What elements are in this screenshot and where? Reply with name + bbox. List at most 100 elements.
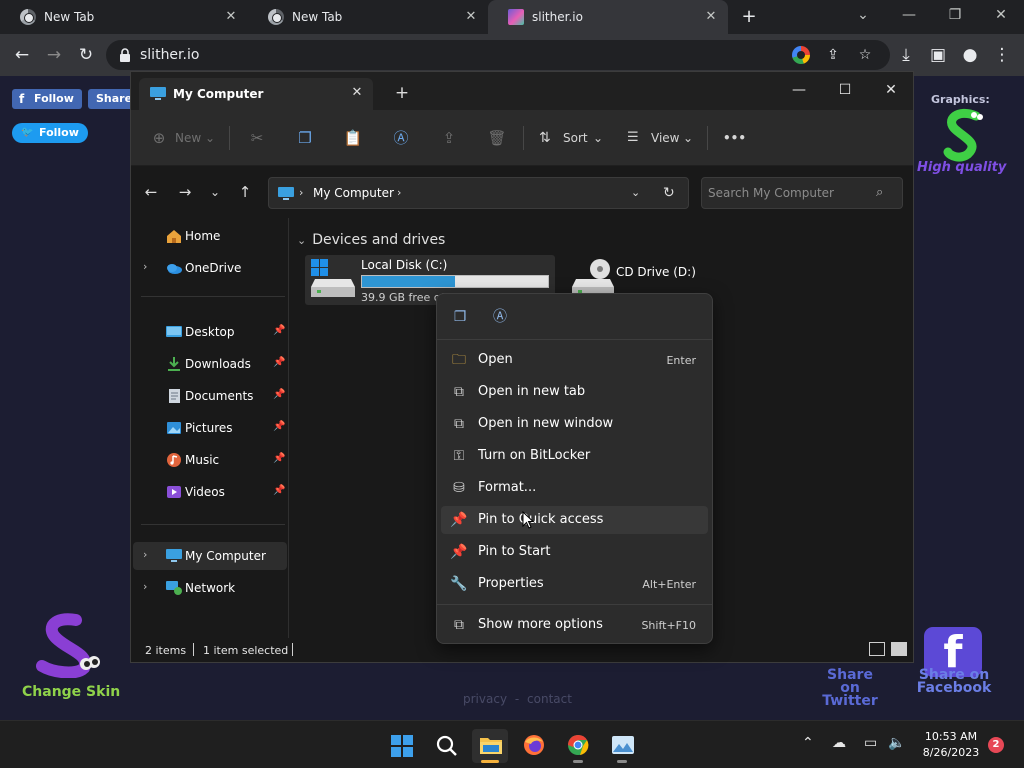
share-icon[interactable]: ⇪	[439, 128, 459, 148]
snake-skin-icon[interactable]	[32, 612, 104, 678]
restore-button[interactable]: ❐	[932, 0, 978, 30]
share-icon[interactable]: ⇪	[824, 46, 842, 64]
address-bar[interactable]: slither.io ⇪ ☆	[106, 40, 890, 70]
context-menu-item[interactable]: ⧉ Show more options Shift+F10	[441, 611, 708, 639]
pin-icon[interactable]: 📌	[273, 357, 285, 368]
minimize-button[interactable]: —	[886, 0, 932, 30]
search-icon[interactable]: ⌕	[876, 185, 883, 200]
context-menu-item[interactable]: 🔧 Properties Alt+Enter	[441, 570, 708, 598]
new-button[interactable]: New	[175, 128, 201, 148]
explorer-maximize-button[interactable]: ☐	[823, 76, 867, 104]
paste-icon[interactable]: 📋	[343, 128, 363, 148]
browser-tab-1[interactable]: New Tab ✕	[0, 0, 248, 34]
tab-search-chevron-icon[interactable]: ⌄	[840, 0, 886, 30]
context-menu-item[interactable]: ⛁ Format...	[441, 474, 708, 502]
recent-locations-chevron-icon[interactable]: ⌄	[205, 182, 225, 202]
browser-tab-3[interactable]: slither.io ✕	[488, 0, 728, 34]
up-arrow-icon[interactable]: ↑	[235, 182, 255, 202]
rename-icon[interactable]: Ⓐ	[490, 308, 510, 326]
graphics-quality-value[interactable]: High quality	[917, 160, 1006, 175]
expand-chevron-icon[interactable]: ›	[143, 548, 147, 561]
contact-link[interactable]: contact	[527, 692, 572, 706]
rename-icon[interactable]: Ⓐ	[391, 128, 411, 148]
download-icon[interactable]: ⤓	[894, 43, 918, 67]
facebook-follow-button[interactable]: Follow	[12, 89, 82, 109]
context-menu-item[interactable]: 📌 Pin to Start	[441, 538, 708, 566]
breadcrumb-chevron-icon[interactable]: ›	[397, 186, 401, 199]
context-menu-item[interactable]: 🗀 Open Enter	[441, 346, 708, 374]
pin-icon[interactable]: 📌	[273, 325, 285, 336]
sidebar-item-pictures[interactable]: Pictures 📌	[133, 414, 287, 442]
taskbar-chrome[interactable]	[560, 729, 596, 763]
menu-kebab-icon[interactable]: ⋮	[990, 43, 1014, 67]
cut-icon[interactable]: ✂	[247, 128, 267, 148]
context-menu-item[interactable]: ⚿ Turn on BitLocker	[441, 442, 708, 470]
explorer-search-box[interactable]: ⌕	[701, 177, 903, 209]
forward-arrow-icon[interactable]: →	[175, 182, 195, 202]
reload-icon[interactable]: ↻	[74, 43, 98, 67]
address-dropdown-icon[interactable]: ⌄	[631, 186, 640, 199]
close-icon[interactable]: ✕	[349, 85, 365, 101]
delete-icon[interactable]: 🗑	[487, 128, 507, 148]
network-tray-icon[interactable]: ▭	[864, 735, 877, 751]
explorer-address-bar[interactable]: › My Computer › ⌄ ↻	[268, 177, 689, 209]
sidebar-item-onedrive[interactable]: › OneDrive	[133, 254, 287, 282]
snake-quality-icon[interactable]	[938, 106, 988, 164]
sidebar-item-network[interactable]: › Network	[133, 574, 287, 602]
taskbar-firefox[interactable]	[516, 729, 552, 763]
expand-chevron-icon[interactable]: ›	[143, 580, 147, 593]
back-arrow-icon[interactable]: ←	[10, 43, 34, 67]
onedrive-tray-icon[interactable]: ☁	[832, 735, 846, 751]
system-clock[interactable]: 10:53 AM 8/26/2023	[916, 729, 986, 761]
close-icon[interactable]: ✕	[702, 8, 720, 26]
explorer-new-tab-button[interactable]: +	[393, 84, 411, 102]
volume-icon[interactable]: 🔈	[888, 735, 905, 751]
explorer-close-button[interactable]: ✕	[869, 76, 913, 104]
side-panel-icon[interactable]: ▣	[926, 43, 950, 67]
facebook-share-button[interactable]: Share	[88, 89, 132, 109]
new-plus-icon[interactable]: ⊕	[149, 128, 169, 148]
twitter-follow-button[interactable]: Follow	[12, 123, 88, 143]
privacy-link[interactable]: privacy	[463, 692, 507, 706]
new-tab-button[interactable]: +	[738, 6, 760, 28]
explorer-minimize-button[interactable]: —	[777, 76, 821, 104]
explorer-tab[interactable]: My Computer ✕	[139, 78, 373, 110]
share-on-facebook-button[interactable]: Share on Facebook	[912, 668, 996, 695]
sidebar-item-desktop[interactable]: Desktop 📌	[133, 318, 287, 346]
context-menu-item[interactable]: ⧉ Open in new tab	[441, 378, 708, 406]
expand-chevron-icon[interactable]: ›	[143, 260, 147, 273]
sidebar-item-documents[interactable]: Documents 📌	[133, 382, 287, 410]
group-header[interactable]: ⌄ Devices and drives	[297, 232, 445, 248]
context-menu-item[interactable]: 📌 Pin to Quick access	[441, 506, 708, 534]
breadcrumb[interactable]: My Computer	[313, 186, 394, 200]
tiles-view-icon[interactable]	[891, 642, 907, 656]
change-skin-label[interactable]: Change Skin	[22, 684, 120, 700]
show-hidden-icons-chevron-icon[interactable]: ⌃	[802, 735, 814, 751]
more-options-button[interactable]: •••	[723, 128, 746, 148]
back-arrow-icon[interactable]: ←	[141, 182, 161, 202]
profile-avatar-icon[interactable]: ●	[958, 43, 982, 67]
sidebar-item-my-computer[interactable]: › My Computer	[133, 542, 287, 570]
share-on-twitter-button[interactable]: Share on Twitter	[815, 668, 885, 708]
copy-icon[interactable]: ❐	[295, 128, 315, 148]
close-icon[interactable]: ✕	[462, 8, 480, 26]
search-button[interactable]	[428, 729, 464, 763]
forward-arrow-icon[interactable]: →	[42, 43, 66, 67]
breadcrumb-chevron-icon[interactable]: ›	[299, 186, 303, 199]
view-button[interactable]: View	[651, 128, 679, 148]
taskbar-file-explorer[interactable]	[472, 729, 508, 763]
pin-icon[interactable]: 📌	[273, 421, 285, 432]
sidebar-item-videos[interactable]: Videos 📌	[133, 478, 287, 506]
bookmark-star-icon[interactable]: ☆	[856, 46, 874, 64]
pin-icon[interactable]: 📌	[273, 485, 285, 496]
copy-icon[interactable]: ❐	[450, 308, 470, 326]
context-menu-item[interactable]: ⧉ Open in new window	[441, 410, 708, 438]
refresh-icon[interactable]: ↻	[663, 185, 675, 201]
details-view-icon[interactable]	[869, 642, 885, 656]
notification-badge[interactable]: 2	[988, 737, 1004, 753]
pin-icon[interactable]: 📌	[273, 453, 285, 464]
start-button[interactable]	[384, 729, 420, 763]
close-window-button[interactable]: ✕	[978, 0, 1024, 30]
sidebar-item-downloads[interactable]: Downloads 📌	[133, 350, 287, 378]
sort-button[interactable]: Sort	[563, 128, 588, 148]
